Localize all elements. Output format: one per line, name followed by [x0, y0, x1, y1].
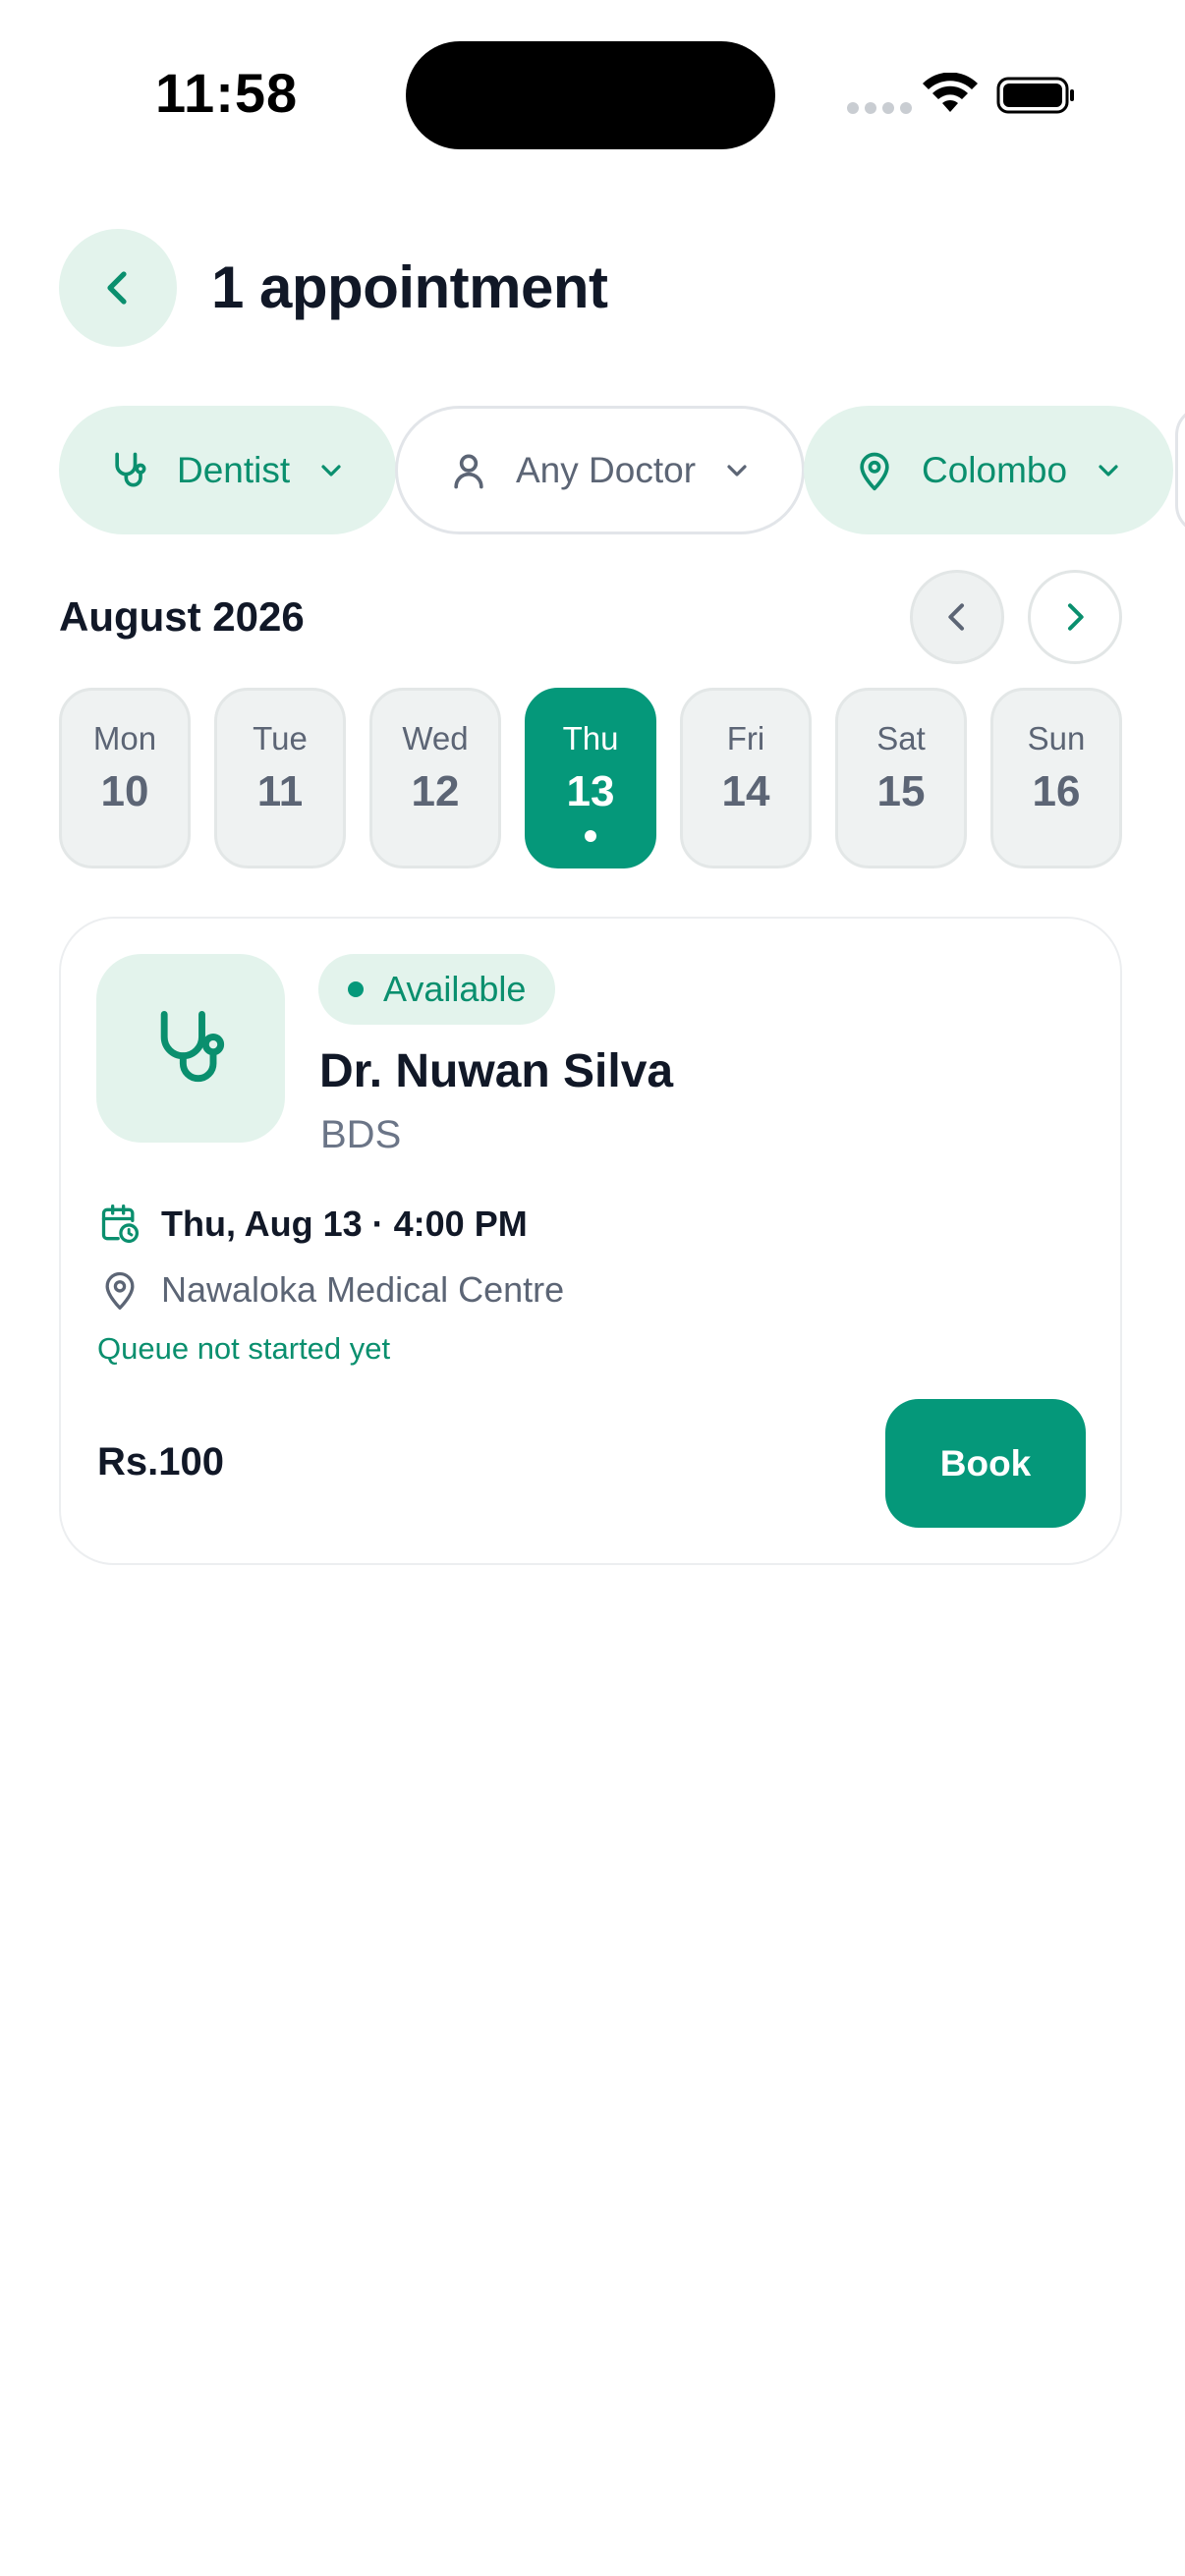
doctor-qualification: BDS	[320, 1113, 402, 1156]
specialty-filter-chip[interactable]: Dentist	[59, 406, 397, 534]
day-pill[interactable]: Tue 11	[214, 688, 346, 868]
day-pill[interactable]: Mon 10	[59, 688, 191, 868]
appointment-location: Nawaloka Medical Centre	[161, 1269, 565, 1310]
appointment-datetime: Thu, Aug 13 · 4:00 PM	[161, 1204, 528, 1244]
next-week-button[interactable]	[1028, 570, 1122, 664]
day-name: Fri	[726, 720, 765, 756]
doctor-avatar	[96, 954, 285, 1143]
more-filter-chip[interactable]	[1175, 406, 1185, 534]
user-icon	[454, 454, 483, 488]
availability-dot	[585, 830, 596, 842]
day-pill-selected[interactable]: Thu 13	[525, 688, 656, 868]
appointment-price: Rs.100	[97, 1440, 224, 1484]
chevron-down-icon	[1099, 464, 1118, 476]
availability-label: Available	[383, 969, 527, 1009]
day-name: Tue	[253, 720, 308, 756]
page-title: 1 appointment	[211, 254, 608, 320]
back-button[interactable]	[59, 229, 177, 347]
month-title: August 2026	[59, 593, 305, 640]
day-number: 15	[876, 767, 926, 815]
day-number: 11	[256, 767, 304, 815]
dynamic-island	[406, 41, 775, 149]
map-pin-icon	[105, 1271, 135, 1310]
day-number: 10	[100, 767, 149, 815]
day-name: Sun	[1027, 720, 1086, 756]
day-name: Wed	[402, 720, 469, 756]
day-name: Mon	[92, 720, 157, 756]
chevron-down-icon	[321, 464, 341, 476]
wifi-icon	[923, 73, 978, 112]
status-time: 11:58	[155, 62, 299, 124]
availability-badge: Available	[318, 954, 556, 1025]
previous-week-button[interactable]	[910, 570, 1004, 664]
doctor-filter-label: Any Doctor	[516, 449, 697, 490]
day-name: Sat	[876, 720, 926, 756]
doctor-filter-chip[interactable]: Any Doctor	[395, 406, 806, 534]
day-number: 14	[721, 767, 770, 815]
day-pill[interactable]: Sat 15	[835, 688, 967, 868]
map-pin-icon	[860, 452, 889, 490]
day-number: 16	[1032, 767, 1081, 815]
doctor-name: Dr. Nuwan Silva	[319, 1045, 674, 1097]
day-pill[interactable]: Wed 12	[369, 688, 501, 868]
specialty-filter-label: Dentist	[177, 449, 291, 490]
appointment-location-row: Nawaloka Medical Centre	[98, 1268, 564, 1312]
cellular-signal-icon	[847, 102, 912, 114]
day-number: 12	[411, 767, 460, 815]
day-number: 13	[566, 767, 615, 815]
chevron-left-icon	[107, 271, 127, 305]
battery-icon	[996, 77, 1074, 114]
book-button[interactable]: Book	[885, 1399, 1086, 1528]
stethoscope-icon	[160, 1011, 225, 1083]
doctor-card[interactable]: Available Dr. Nuwan Silva BDS Thu, Aug 1…	[59, 917, 1122, 1565]
stethoscope-icon	[115, 452, 146, 486]
chevron-right-icon	[1068, 603, 1084, 631]
screen: 11:58 1 appointment Dentist Any Doctor C…	[0, 0, 1185, 2576]
chevron-down-icon	[727, 464, 747, 476]
calendar-clock-icon	[101, 1204, 140, 1244]
status-dot	[348, 981, 364, 997]
day-pill[interactable]: Fri 14	[680, 688, 812, 868]
day-name: Thu	[562, 720, 619, 756]
chevron-left-icon	[948, 603, 964, 631]
queue-status: Queue not started yet	[97, 1331, 391, 1366]
day-pill[interactable]: Sun 16	[990, 688, 1122, 868]
appointment-datetime-row: Thu, Aug 13 · 4:00 PM	[98, 1203, 528, 1246]
location-filter-label: Colombo	[922, 449, 1068, 490]
location-filter-chip[interactable]: Colombo	[804, 406, 1174, 534]
